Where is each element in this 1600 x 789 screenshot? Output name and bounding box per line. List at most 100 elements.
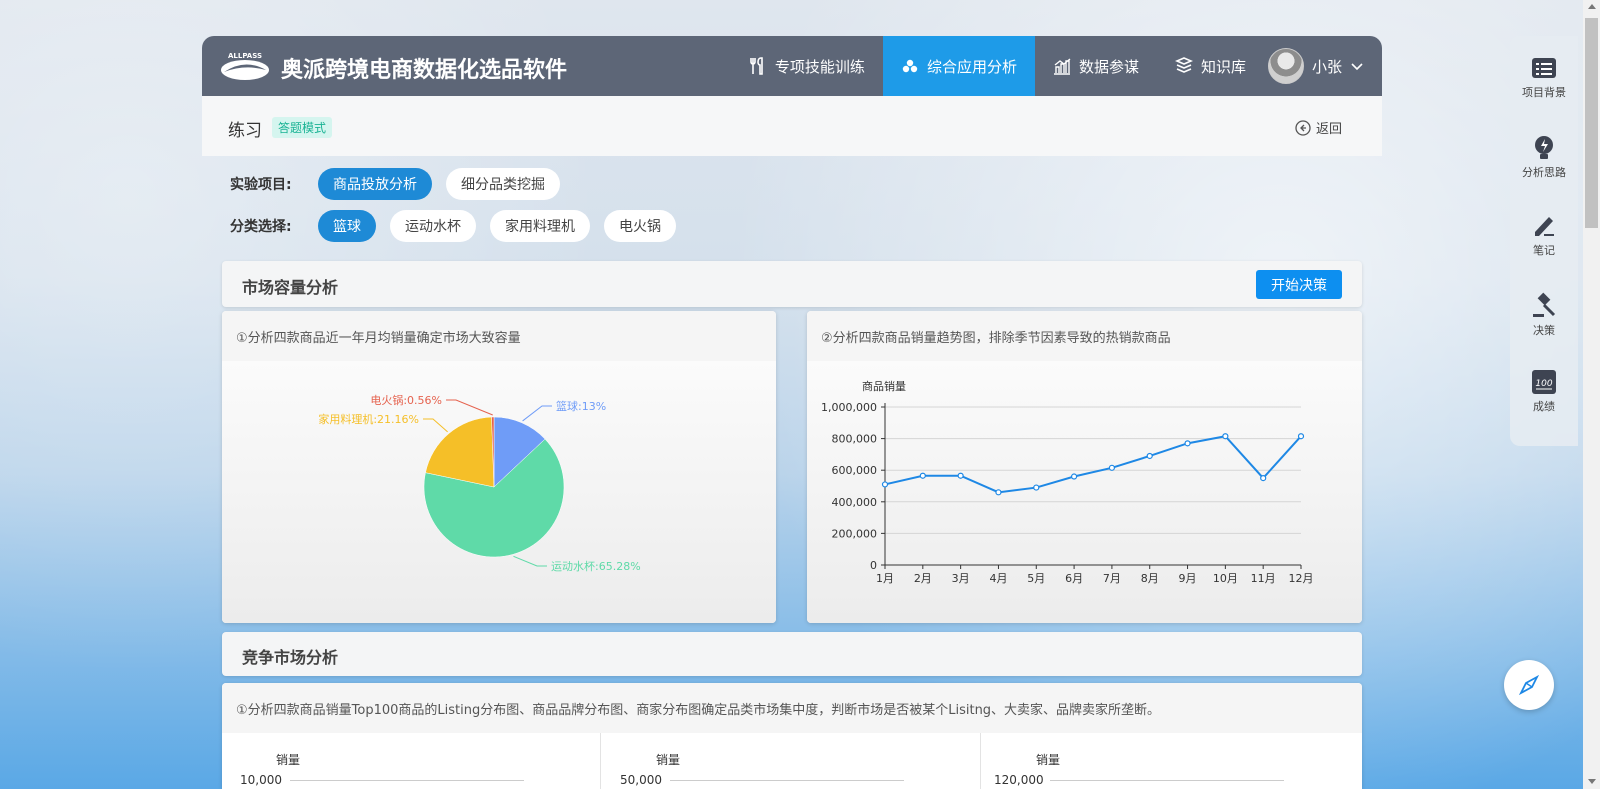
competition-panel-body: 销量 10,000 销量 50,000 销量 120,000 [222,733,1362,789]
avatar [1267,48,1304,84]
pie-panel: ①分析四款商品近一年月均销量确定市场大致容量 篮球:13% 运动水杯:65.28%… [222,311,776,623]
mode-badge: 答题模式 [272,117,333,138]
sidebar-item-project-background[interactable]: 项目背景 [1510,54,1578,100]
tools-icon [750,57,763,75]
nav-knowledge-base[interactable]: 知识库 [1157,36,1264,96]
main-nav: 专项技能训练 综合应用分析 数据参谋 知识库 小张 [731,36,1382,96]
user-name: 小张 [1311,57,1342,76]
sidebar-label: 分析思路 [1522,166,1566,179]
logo-text: ALLPASS [228,52,262,60]
line-chart-xtick-label: 6月 [1065,572,1083,585]
competition-panel: ①分析四款商品销量Top100商品的Listing分布图、商品品牌分布图、商家分… [222,683,1362,789]
back-label: 返回 [1315,122,1342,137]
category-pill[interactable]: 电火锅 [604,210,676,242]
scroll-down-arrow[interactable] [1588,779,1596,784]
line-point [1184,440,1191,447]
line-chart-ytick-label: 800,000 [832,433,878,446]
user-menu[interactable]: 小张 [1264,36,1382,96]
line-chart-ylabel: 商品销量 [862,379,906,393]
right-sidebar: 项目背景 分析思路 笔记 决策 100 成绩 [1510,36,1578,446]
sidebar-item-notes[interactable]: 笔记 [1510,212,1578,258]
app-title: 奥派跨境电商数据化选品软件 [281,58,568,83]
line-chart-xtick-label: 5月 [1027,572,1045,585]
line-chart-xtick-label: 4月 [989,572,1007,585]
line-chart-ytick-label: 600,000 [832,464,878,477]
mini-chart-gridline [670,780,904,781]
sidebar-item-decision[interactable]: 决策 [1510,292,1578,338]
list-icon [1532,58,1556,78]
project-pill[interactable]: 商品投放分析 [318,168,432,200]
line-point [1260,474,1267,482]
scroll-thumb[interactable] [1585,18,1598,228]
books-icon [1174,57,1193,73]
line-point [1070,473,1078,480]
pie-label-line [513,555,547,567]
start-decision-button[interactable]: 开始决策 [1256,270,1342,299]
sidebar-label: 项目背景 [1522,86,1566,99]
nav-skill-training[interactable]: 专项技能训练 [731,36,883,96]
bar-chart-icon [1053,58,1071,75]
category-filter-row: 分类选择: 篮球 运动水杯 家用料理机 电火锅 [230,210,676,242]
compass-button[interactable] [1504,660,1554,710]
pie-label-line [522,405,552,422]
panel-title: ①分析四款商品近一年月均销量确定市场大致容量 [222,311,776,361]
page-header: 练习 答题模式 返回 [202,96,1382,156]
sidebar-label: 笔记 [1533,244,1555,257]
pie-label: 篮球:13% [556,399,606,413]
pie-label-line [423,418,448,433]
nav-label: 数据参谋 [1078,57,1139,76]
sidebar-label: 成绩 [1533,400,1555,413]
pie-panel-body: 篮球:13% 运动水杯:65.28% 家用料理机:21.16% 电火锅:0.56% [222,361,776,623]
sidebar-item-analysis-ideas[interactable]: 分析思路 [1510,134,1578,180]
panel-title: ①分析四款商品销量Top100商品的Listing分布图、商品品牌分布图、商家分… [222,683,1362,733]
nav-comprehensive-analysis[interactable]: 综合应用分析 [882,36,1035,96]
project-label: 实验项目: [230,177,292,193]
line-chart-ytick-label: 200,000 [832,527,878,540]
line-chart-ytick-label: 1,000,000 [821,401,877,414]
pie-label: 运动水杯:65.28% [551,559,641,573]
divider [600,733,601,789]
pie-chart: 篮球:13% 运动水杯:65.28% 家用料理机:21.16% 电火锅:0.56% [318,394,641,573]
back-button[interactable]: 返回 [1295,118,1342,137]
panel-title: ②分析四款商品销量趋势图，排除季节因素导致的热销款商品 [807,311,1362,361]
line-point [1297,433,1305,440]
line-point [919,472,926,479]
category-pill[interactable]: 篮球 [318,210,376,242]
line-chart-xtick-label: 9月 [1179,572,1197,585]
mini-chart-ylabel: 销量 [276,753,301,767]
gavel-icon [1533,292,1556,317]
top-navbar: ALLPASS 奥派跨境电商数据化选品软件 专项技能训练 综合应用分析 数据参谋… [202,36,1382,96]
back-arrow-icon [1295,119,1311,136]
score-icon: 100 [1532,370,1556,394]
mini-chart-ylabel: 销量 [1036,753,1061,767]
sidebar-label: 决策 [1533,324,1555,337]
scroll-up-arrow[interactable] [1588,4,1596,9]
pie-label-line [446,399,493,416]
allpass-logo: ALLPASS [221,52,269,80]
pen-icon [1535,217,1554,236]
category-label: 分类选择: [230,219,292,235]
line-chart: 商品销量 0 200,000 400,000 600,000 800,000 1,000,0… [821,379,1314,585]
category-pill[interactable]: 运动水杯 [390,210,476,242]
nav-label: 综合应用分析 [926,57,1017,76]
mini-chart-ylabel: 销量 [656,753,681,767]
line-chart-ytick-label: 0 [870,559,877,572]
bulb-icon [1535,136,1553,159]
category-pill[interactable]: 家用料理机 [490,210,590,242]
section-title: 竞争市场分析 [242,648,339,667]
line-chart-xtick-label: 1月 [876,572,894,585]
nav-label: 知识库 [1200,57,1246,76]
line-point [1108,464,1116,471]
line-panel-body: 商品销量 0 200,000 400,000 600,000 800,000 1,000,0… [807,361,1362,623]
nav-data-advisor[interactable]: 数据参谋 [1035,36,1157,96]
project-pill[interactable]: 细分品类挖掘 [446,168,560,200]
line-chart-xtick-label: 7月 [1103,572,1121,585]
page-scrollbar[interactable] [1583,0,1600,789]
line-series [884,435,1302,494]
sidebar-item-score[interactable]: 100 成绩 [1510,368,1578,414]
line-chart-xtick-label: 12月 [1289,572,1314,585]
svg-text:100: 100 [1535,379,1552,389]
section-title: 市场容量分析 [242,278,339,297]
line-chart-xtick-label: 3月 [952,572,970,585]
line-point [957,472,964,479]
